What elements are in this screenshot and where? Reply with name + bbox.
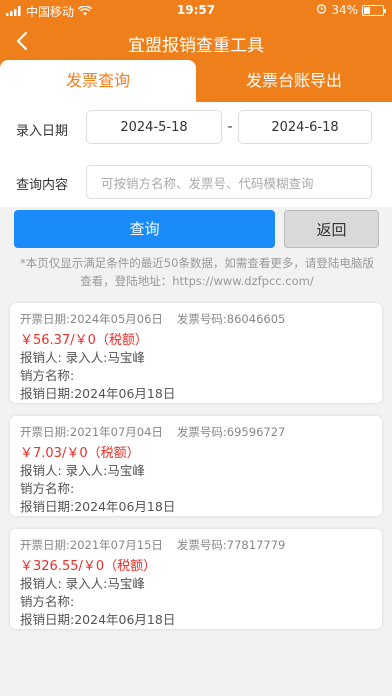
- invoice-meta: 开票日期:2024年05月06日 发票号码:86046605: [20, 312, 286, 326]
- invoice-card[interactable]: 开票日期:2024年05月06日 发票号码:86046605 ￥56.37/￥0（…: [10, 303, 382, 403]
- page-title: 宜盟报销查重工具: [128, 36, 264, 56]
- notice-line-2: 查看，登陆地址：https://www.dzfpcc.com/: [80, 274, 314, 288]
- invoice-card[interactable]: 开票日期:2021年07月04日 发票号码:69596727 ￥7.03/￥0（税…: [10, 416, 382, 516]
- invoice-claim-date: 报销日期:2024年06月18日: [20, 499, 176, 514]
- invoice-card[interactable]: 开票日期:2021年07月15日 发票号码:77817779 ￥326.55/￥0…: [10, 529, 382, 629]
- invoice-meta: 开票日期:2021年07月15日 发票号码:77817779: [20, 538, 286, 552]
- notice-line-1: *本页仅显示满足条件的最近50条数据，如需查看更多，请登陆电脑版: [20, 256, 374, 270]
- battery-fill: [364, 6, 370, 14]
- date-label: 录入日期: [16, 124, 69, 139]
- start-date-field[interactable]: 2024-5-18: [86, 110, 222, 144]
- invoice-claim-date: 报销日期:2024年06月18日: [20, 612, 176, 627]
- invoice-meta: 开票日期:2021年07月04日 发票号码:69596727: [20, 425, 286, 439]
- tab-ledger-export[interactable]: 发票台账导出: [196, 60, 392, 102]
- end-date-field[interactable]: 2024-6-18: [238, 110, 372, 144]
- nav-bar: 宜盟报销查重工具: [0, 22, 392, 60]
- tab-bar: 发票查询 发票台账导出: [0, 60, 392, 102]
- invoice-seller: 销方名称:: [20, 594, 75, 609]
- notice-text: *本页仅显示满足条件的最近50条数据，如需查看更多，请登陆电脑版 查看，登陆地址…: [6, 254, 388, 290]
- search-form: 录入日期 2024-5-18 - 2024-6-18 查询内容 可按销方名称、发…: [0, 102, 392, 207]
- battery-icon: [362, 4, 386, 16]
- invoice-claimant: 报销人: 录入人:马宝峰: [20, 463, 145, 478]
- status-right: 34%: [316, 3, 386, 17]
- invoice-claimant: 报销人: 录入人:马宝峰: [20, 350, 145, 365]
- status-bar: 中国移动 19:57 34%: [0, 0, 392, 22]
- query-button[interactable]: 查询: [14, 210, 275, 248]
- invoice-amount: ￥56.37/￥0（税额）: [20, 333, 148, 348]
- date-separator: -: [227, 119, 233, 135]
- search-input[interactable]: 可按销方名称、发票号、代码模糊查询: [86, 165, 372, 199]
- invoice-amount: ￥7.03/￥0（税额）: [20, 446, 140, 461]
- invoice-claim-date: 报销日期:2024年06月18日: [20, 386, 176, 401]
- invoice-seller: 销方名称:: [20, 368, 75, 383]
- query-label: 查询内容: [16, 178, 69, 193]
- battery-percent: 34%: [331, 3, 358, 17]
- tab-invoice-query[interactable]: 发票查询: [0, 60, 196, 102]
- invoice-seller: 销方名称:: [20, 481, 75, 496]
- back-button[interactable]: 返回: [284, 210, 379, 248]
- invoice-claimant: 报销人: 录入人:马宝峰: [20, 576, 145, 591]
- alarm-icon: [316, 3, 327, 17]
- invoice-amount: ￥326.55/￥0（税额）: [20, 559, 157, 574]
